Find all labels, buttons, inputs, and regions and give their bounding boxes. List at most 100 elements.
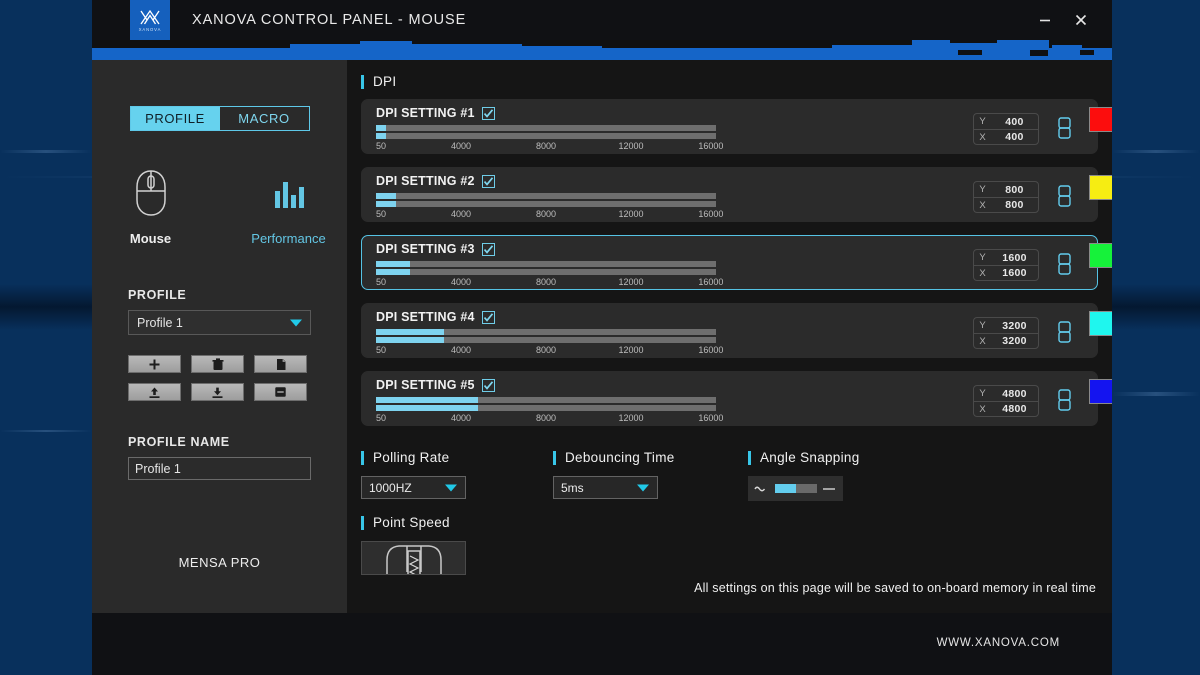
dpi-setting-row[interactable]: DPI SETTING #1 50 4000 8000 12000 16000 Y 400 X 4… xyxy=(361,99,1098,154)
copy-profile-button[interactable] xyxy=(254,355,307,373)
save-profile-button[interactable] xyxy=(254,383,307,401)
title-bar: XANOVA XANOVA CONTROL PANEL - MOUSE xyxy=(92,0,1112,40)
dpi-xy-values: Y 400 X 400 xyxy=(973,113,1039,145)
dpi-y-field[interactable]: Y 3200 xyxy=(974,318,1038,333)
dpi-slider-fill xyxy=(376,193,397,199)
dpi-setting-label: DPI SETTING #1 xyxy=(376,106,475,120)
dpi-tick-label: 4000 xyxy=(450,209,472,219)
dpi-slider-ticks: 50 4000 8000 12000 16000 xyxy=(376,413,723,425)
profile-select-value: Profile 1 xyxy=(137,315,183,330)
dpi-setting-row[interactable]: DPI SETTING #3 50 4000 8000 12000 16000 Y 1600 X… xyxy=(361,235,1098,290)
debouncing-time-select[interactable]: 5ms xyxy=(553,476,658,499)
dpi-setting-row[interactable]: DPI SETTING #2 50 4000 8000 12000 16000 Y 800 X 8… xyxy=(361,167,1098,222)
tab-profile[interactable]: PROFILE xyxy=(130,107,220,130)
polling-rate-title: Polling Rate xyxy=(361,450,466,465)
dpi-slider-fill xyxy=(376,329,444,335)
dpi-color-swatch[interactable] xyxy=(1089,311,1112,336)
dpi-tick-label: 8000 xyxy=(535,277,557,287)
sidebar: PROFILE MACRO Mouse Performance PROFILE … xyxy=(92,60,347,613)
dpi-tick-label: 50 xyxy=(376,277,387,287)
dpi-tick-label: 16000 xyxy=(698,141,724,151)
check-icon xyxy=(483,176,493,186)
upload-icon xyxy=(149,387,160,398)
dpi-tick-label: 4000 xyxy=(450,345,472,355)
dpi-x-value: 400 xyxy=(1005,131,1024,143)
dpi-axis-link-icon[interactable] xyxy=(1058,388,1071,417)
dpi-slider-y[interactable] xyxy=(376,261,716,267)
sidebar-item-mouse[interactable]: Mouse xyxy=(108,167,194,246)
dpi-color-swatch[interactable] xyxy=(1089,107,1112,132)
dpi-color-swatch[interactable] xyxy=(1089,379,1112,404)
dpi-slider-fill xyxy=(376,201,397,207)
profile-name-input[interactable] xyxy=(128,457,311,480)
tab-macro[interactable]: MACRO xyxy=(219,107,309,130)
dpi-y-field[interactable]: Y 1600 xyxy=(974,250,1038,265)
dpi-y-field[interactable]: Y 800 xyxy=(974,182,1038,197)
dpi-tick-label: 16000 xyxy=(698,413,724,423)
dpi-y-axis-label: Y xyxy=(979,252,986,263)
chevron-down-icon xyxy=(637,484,649,491)
import-profile-button[interactable] xyxy=(191,383,244,401)
dpi-x-field[interactable]: X 3200 xyxy=(974,333,1038,348)
dpi-slider-ticks: 50 4000 8000 12000 16000 xyxy=(376,277,723,289)
dpi-slider-fill xyxy=(376,125,387,131)
angle-snapping-title: Angle Snapping xyxy=(748,450,860,465)
dpi-color-swatch[interactable] xyxy=(1089,243,1112,268)
dpi-slider-stack: 50 4000 8000 12000 16000 xyxy=(376,329,723,357)
delete-profile-button[interactable] xyxy=(191,355,244,373)
export-profile-button[interactable] xyxy=(128,383,181,401)
dpi-enable-checkbox[interactable] xyxy=(481,310,495,324)
angle-snapping-knob[interactable] xyxy=(774,484,796,493)
dpi-setting-row[interactable]: DPI SETTING #4 50 4000 8000 12000 16000 Y 3200 X… xyxy=(361,303,1098,358)
dpi-slider-y[interactable] xyxy=(376,397,716,403)
window-controls xyxy=(1030,7,1112,33)
dpi-slider-y[interactable] xyxy=(376,329,716,335)
mouse-top-view-icon xyxy=(385,545,442,574)
wave-line-icon xyxy=(754,486,766,491)
dpi-enable-checkbox[interactable] xyxy=(481,378,495,392)
dpi-slider-y[interactable] xyxy=(376,193,716,199)
dpi-slider-y[interactable] xyxy=(376,125,716,131)
minimize-button[interactable] xyxy=(1030,7,1060,33)
dpi-axis-link-icon[interactable] xyxy=(1058,116,1071,145)
angle-snapping-track[interactable] xyxy=(774,484,817,493)
add-profile-button[interactable] xyxy=(128,355,181,373)
polling-rate-value: 1000HZ xyxy=(369,480,412,495)
dpi-setting-label: DPI SETTING #3 xyxy=(376,242,475,256)
dpi-slider-x[interactable] xyxy=(376,269,716,275)
dpi-axis-link-icon[interactable] xyxy=(1058,320,1071,349)
dpi-slider-x[interactable] xyxy=(376,405,716,411)
dpi-y-field[interactable]: Y 400 xyxy=(974,114,1038,129)
angle-snapping-toggle[interactable] xyxy=(748,476,843,501)
dpi-slider-x[interactable] xyxy=(376,201,716,207)
window-title: XANOVA CONTROL PANEL - MOUSE xyxy=(192,12,467,28)
dpi-x-field[interactable]: X 1600 xyxy=(974,265,1038,280)
sidebar-item-performance[interactable]: Performance xyxy=(246,167,332,246)
trash-icon xyxy=(212,357,223,370)
dpi-slider-fill xyxy=(376,397,478,403)
polling-rate-select[interactable]: 1000HZ xyxy=(361,476,466,499)
point-speed-control[interactable] xyxy=(361,541,466,575)
dpi-slider-x[interactable] xyxy=(376,133,716,139)
dpi-axis-link-icon[interactable] xyxy=(1058,252,1071,281)
profile-select[interactable]: Profile 1 xyxy=(128,310,311,335)
dpi-y-axis-label: Y xyxy=(979,184,986,195)
dpi-enable-checkbox[interactable] xyxy=(481,242,495,256)
dpi-enable-checkbox[interactable] xyxy=(481,106,495,120)
dpi-enable-checkbox[interactable] xyxy=(481,174,495,188)
dpi-tick-label: 50 xyxy=(376,209,387,219)
dpi-slider-x[interactable] xyxy=(376,337,716,343)
dpi-slider-stack: 50 4000 8000 12000 16000 xyxy=(376,261,723,289)
dpi-axis-link-icon[interactable] xyxy=(1058,184,1071,213)
dpi-x-field[interactable]: X 800 xyxy=(974,197,1038,212)
dpi-slider-fill xyxy=(376,337,444,343)
dpi-setting-row[interactable]: DPI SETTING #5 50 4000 8000 12000 16000 Y 4800 X… xyxy=(361,371,1098,426)
close-button[interactable] xyxy=(1066,7,1096,33)
dpi-color-swatch[interactable] xyxy=(1089,175,1112,200)
check-icon xyxy=(483,108,493,118)
dpi-y-field[interactable]: Y 4800 xyxy=(974,386,1038,401)
dpi-x-field[interactable]: X 4800 xyxy=(974,401,1038,416)
dpi-slider-fill xyxy=(376,261,410,267)
device-model-name: MENSA PRO xyxy=(178,555,261,570)
dpi-x-field[interactable]: X 400 xyxy=(974,129,1038,144)
